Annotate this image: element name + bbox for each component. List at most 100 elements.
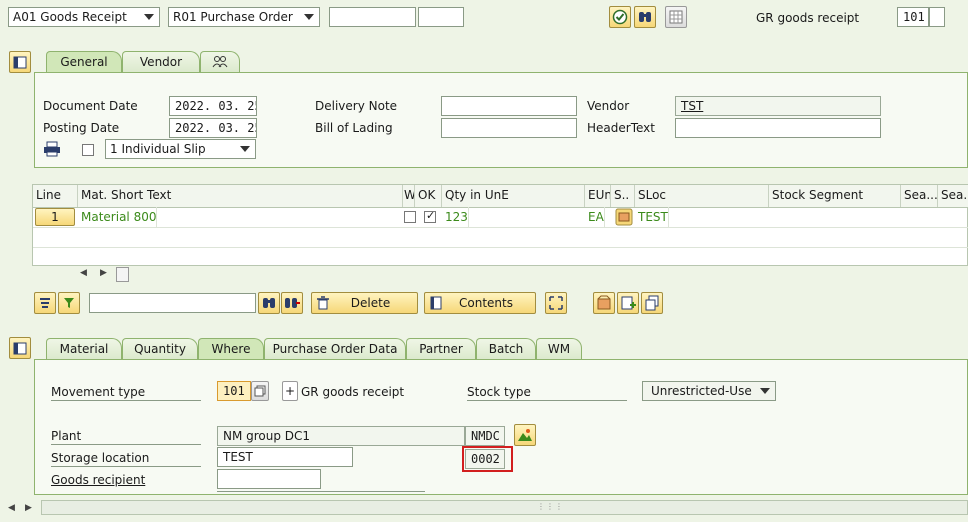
print-checkbox[interactable]: [82, 144, 94, 156]
document-date-input[interactable]: 2022. 03. 25: [169, 96, 257, 116]
scroll-left-icon[interactable]: ◀: [80, 268, 87, 278]
tab-vendor[interactable]: Vendor: [122, 51, 200, 73]
stock-type-label: Stock type: [467, 384, 627, 401]
binoculars-icon: [263, 298, 275, 308]
row-qty: 123: [442, 207, 469, 227]
movement-type-help-button[interactable]: [251, 381, 269, 401]
row-line-button[interactable]: 1: [35, 208, 75, 226]
movement-code-input[interactable]: 101: [897, 7, 929, 27]
find-button[interactable]: [258, 292, 280, 314]
row-stock-icon[interactable]: [615, 208, 633, 229]
toggle-header-button[interactable]: [9, 51, 31, 73]
reference-select[interactable]: R01 Purchase Order: [168, 7, 320, 27]
tab-general[interactable]: General: [46, 51, 122, 73]
execute-button[interactable]: [609, 6, 631, 28]
plant-details-button[interactable]: [514, 424, 536, 446]
tab-label: Vendor: [139, 55, 183, 69]
bill-of-lading-label: Bill of Lading: [315, 121, 393, 135]
layout-icon: [13, 56, 27, 69]
scroll-left-icon[interactable]: ◀: [8, 503, 15, 513]
users-icon: [212, 56, 228, 68]
tab-quantity[interactable]: Quantity: [122, 338, 198, 360]
transaction-select[interactable]: A01 Goods Receipt: [8, 7, 160, 27]
col-stock-segment[interactable]: Stock Segment: [769, 185, 901, 207]
tab-wm[interactable]: WM: [536, 338, 582, 360]
row-divider: [33, 247, 968, 248]
items-table: Line Mat. Short Text W OK Qty in UnE EUn…: [32, 184, 968, 266]
layout-icon: [13, 342, 27, 355]
stock-overview-button[interactable]: [593, 292, 615, 314]
col-line[interactable]: Line: [33, 185, 78, 207]
row-w-checkbox[interactable]: [404, 211, 416, 223]
col-sea2[interactable]: Sea...: [938, 185, 968, 207]
vendor-field[interactable]: TST: [675, 96, 881, 116]
tab-partner[interactable]: Partner: [406, 338, 476, 360]
reference-document-input[interactable]: [329, 7, 416, 27]
landscape-icon: [518, 429, 532, 441]
expand-button[interactable]: [34, 292, 56, 314]
posting-date-input[interactable]: 2022. 03. 25: [169, 118, 257, 138]
row-ok-checkbox[interactable]: [424, 209, 436, 223]
scroll-grip-icon: ⋮⋮⋮: [537, 502, 564, 511]
bottom-scrollbar[interactable]: ⋮⋮⋮: [41, 500, 968, 515]
print-icon[interactable]: [43, 141, 61, 160]
movement-special-input[interactable]: [929, 7, 945, 27]
reference-value: R01 Purchase Order: [173, 10, 293, 24]
tab-where[interactable]: Where: [198, 338, 264, 360]
bill-of-lading-input[interactable]: [441, 118, 577, 138]
header-text-label: HeaderText: [587, 121, 655, 135]
find-next-button[interactable]: [281, 292, 303, 314]
grid-icon: [669, 10, 683, 24]
tab-batch[interactable]: Batch: [476, 338, 536, 360]
filter-icon: [64, 298, 74, 308]
col-w[interactable]: W: [403, 185, 415, 207]
storage-location-input[interactable]: TEST: [217, 447, 353, 467]
horizontal-scrollbar[interactable]: [116, 267, 129, 282]
col-ok[interactable]: OK: [415, 185, 442, 207]
stock-type-value: Unrestricted-Use: [651, 384, 752, 398]
plant-code-field[interactable]: NMDC: [465, 426, 505, 446]
delivery-note-label: Delivery Note: [315, 99, 398, 113]
movement-type-label: Movement type: [51, 384, 201, 401]
expand-mvt-button[interactable]: +: [282, 381, 298, 401]
delete-button[interactable]: Delete: [311, 292, 418, 314]
scroll-right-icon[interactable]: ▶: [100, 268, 107, 278]
reference-item-input[interactable]: [418, 7, 464, 27]
highlight-box: [462, 446, 513, 472]
col-eun[interactable]: EUn: [585, 185, 611, 207]
tab-partner[interactable]: [200, 51, 240, 73]
collapse-button[interactable]: [58, 292, 80, 314]
tab-label: Batch: [488, 342, 524, 356]
row-eun: EA: [585, 207, 605, 227]
find-button[interactable]: [634, 6, 656, 28]
scroll-right-icon[interactable]: ▶: [25, 503, 32, 513]
toggle-detail-button[interactable]: [9, 337, 31, 359]
col-mat-short-text[interactable]: Mat. Short Text: [78, 185, 403, 207]
add-item-button[interactable]: [617, 292, 639, 314]
col-sloc[interactable]: SLoc: [635, 185, 769, 207]
calculator-button[interactable]: [665, 6, 687, 28]
movement-type-input[interactable]: 101: [217, 381, 251, 401]
delivery-note-input[interactable]: [441, 96, 577, 116]
goods-recipient-input[interactable]: [217, 469, 321, 489]
copy-item-button[interactable]: [641, 292, 663, 314]
fullscreen-button[interactable]: [545, 292, 567, 314]
posting-date-label: Posting Date: [43, 121, 120, 135]
row-material: Material 800: [78, 207, 158, 227]
document-date-label: Document Date: [43, 99, 138, 113]
plant-field[interactable]: NM group DC1: [217, 426, 465, 446]
col-s[interactable]: S..: [611, 185, 635, 207]
stock-type-select[interactable]: Unrestricted-Use: [642, 381, 776, 401]
header-divider: [33, 207, 968, 208]
gr-label: GR goods receipt: [756, 11, 860, 25]
tab-label: WM: [547, 342, 571, 356]
contents-button[interactable]: Contents: [424, 292, 536, 314]
tab-purchase-order-data[interactable]: Purchase Order Data: [264, 338, 406, 360]
col-qty[interactable]: Qty in UnE: [442, 185, 585, 207]
slip-select[interactable]: 1 Individual Slip: [105, 139, 256, 159]
tab-material[interactable]: Material: [46, 338, 122, 360]
table-search-input[interactable]: [89, 293, 256, 313]
col-sea1[interactable]: Sea...: [901, 185, 938, 207]
execute-icon: [612, 9, 628, 25]
header-text-input[interactable]: [675, 118, 881, 138]
